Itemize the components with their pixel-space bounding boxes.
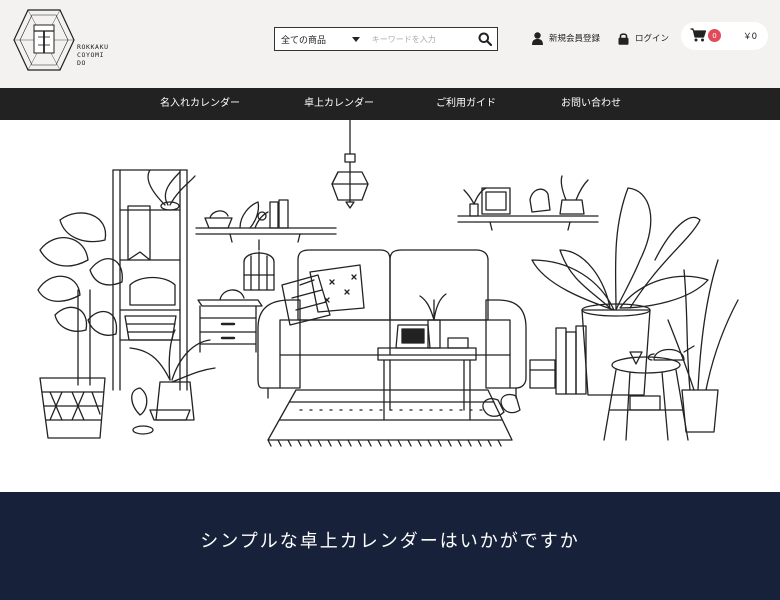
nav-item-contact[interactable]: お問い合わせ: [561, 88, 621, 120]
caret-down-icon: [351, 37, 360, 42]
nav-item-named-calendar[interactable]: 名入れカレンダー: [160, 88, 240, 120]
nav-item-desk-calendar[interactable]: 卓上カレンダー: [304, 88, 374, 120]
cart-count-badge: 0: [708, 29, 721, 42]
search-button[interactable]: [473, 28, 497, 50]
search-bar: 全ての商品: [274, 27, 498, 51]
search-category-select[interactable]: 全ての商品: [275, 28, 366, 50]
signup-label: 新規会員登録: [549, 34, 601, 44]
logo-line-3: DO: [77, 59, 87, 67]
cart-total: ￥0: [743, 32, 757, 42]
cart-button[interactable]: 0 ￥0: [681, 22, 768, 50]
cart-icon: [690, 28, 706, 42]
logo-wordmark: ROKKAKU COYOMI DO: [77, 43, 109, 67]
user-icon: [532, 31, 543, 45]
site-header: ROKKAKU COYOMI DO 全ての商品 新規会員登録 ログイン: [0, 0, 780, 88]
site-logo[interactable]: ROKKAKU COYOMI DO: [12, 7, 112, 73]
login-label: ログイン: [635, 34, 670, 44]
signup-link[interactable]: 新規会員登録: [532, 30, 600, 46]
nav-item-guide[interactable]: ご利用ガイド: [436, 88, 496, 120]
login-link[interactable]: ログイン: [618, 30, 669, 46]
lock-icon: [618, 32, 629, 45]
banner-headline: シンプルな卓上カレンダーはいかがですか: [200, 531, 580, 552]
logo-hexagon-icon: [13, 9, 75, 71]
search-category-label: 全ての商品: [281, 35, 327, 46]
search-input[interactable]: [365, 28, 473, 50]
hero-illustration: [0, 120, 780, 492]
promo-banner: シンプルな卓上カレンダーはいかがですか: [0, 492, 780, 600]
search-icon: [478, 32, 492, 46]
logo-line-2: COYOMI: [77, 51, 105, 59]
logo-line-1: ROKKAKU: [77, 43, 109, 51]
living-room-illustration: [37, 120, 739, 447]
main-nav: 名入れカレンダー 卓上カレンダー ご利用ガイド お問い合わせ: [0, 88, 780, 120]
